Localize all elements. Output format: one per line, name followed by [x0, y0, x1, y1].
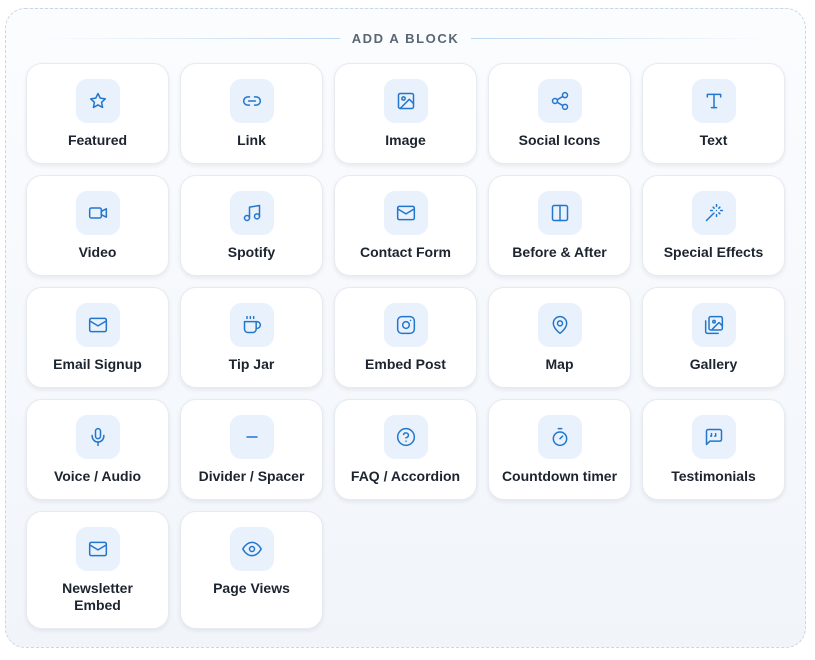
block-tile-image[interactable]: Image	[334, 63, 477, 164]
block-tile-faq-accordion[interactable]: FAQ / Accordion	[334, 399, 477, 500]
mail-icon	[75, 303, 120, 347]
block-tile-page-views[interactable]: Page Views	[180, 511, 323, 629]
question-icon	[383, 415, 428, 459]
block-label: Spotify	[227, 244, 276, 260]
block-label: Countdown timer	[501, 468, 618, 484]
music-icon	[229, 191, 274, 235]
block-label: FAQ / Accordion	[350, 468, 461, 484]
block-tile-newsletter-embed[interactable]: Newsletter Embed	[26, 511, 169, 629]
block-label: Embed Post	[365, 356, 446, 372]
magic-wand-icon	[691, 191, 736, 235]
link-icon	[229, 79, 274, 123]
block-label: Gallery	[689, 356, 738, 372]
map-pin-icon	[537, 303, 582, 347]
block-label: Link	[237, 132, 266, 148]
mail-icon	[75, 527, 120, 571]
add-block-panel: ADD A BLOCK Featured Link Image Social Icon…	[5, 8, 806, 648]
block-tile-voice-audio[interactable]: Voice / Audio	[26, 399, 169, 500]
coffee-icon	[229, 303, 274, 347]
block-tile-text[interactable]: Text	[642, 63, 785, 164]
block-tile-countdown-timer[interactable]: Countdown timer	[488, 399, 631, 500]
mail-icon	[383, 191, 428, 235]
header-divider-left	[42, 37, 340, 39]
block-label: Featured	[67, 132, 128, 148]
block-label: Special Effects	[663, 244, 764, 260]
block-tile-divider-spacer[interactable]: Divider / Spacer	[180, 399, 323, 500]
eye-icon	[229, 527, 274, 571]
block-tile-featured[interactable]: Featured	[26, 63, 169, 164]
block-label: Image	[385, 132, 426, 148]
block-label: Social Icons	[518, 132, 601, 148]
block-label: Map	[545, 356, 574, 372]
gallery-icon	[691, 303, 736, 347]
star-icon	[75, 79, 120, 123]
block-tile-video[interactable]: Video	[26, 175, 169, 276]
block-tile-contact-form[interactable]: Contact Form	[334, 175, 477, 276]
block-grid: Featured Link Image Social Icons Text Video Sp…	[26, 63, 785, 629]
block-tile-link[interactable]: Link	[180, 63, 323, 164]
panel-title: ADD A BLOCK	[351, 30, 460, 46]
split-icon	[537, 191, 582, 235]
block-tile-embed-post[interactable]: Embed Post	[334, 287, 477, 388]
block-tile-map[interactable]: Map	[488, 287, 631, 388]
share-icon	[537, 79, 582, 123]
block-label: Divider / Spacer	[198, 468, 305, 484]
block-tile-before-after[interactable]: Before & After	[488, 175, 631, 276]
block-label: Text	[699, 132, 728, 148]
block-tile-tip-jar[interactable]: Tip Jar	[180, 287, 323, 388]
block-label: Before & After	[512, 244, 607, 260]
video-icon	[75, 191, 120, 235]
text-icon	[691, 79, 736, 123]
block-tile-social-icons[interactable]: Social Icons	[488, 63, 631, 164]
block-tile-gallery[interactable]: Gallery	[642, 287, 785, 388]
instagram-icon	[383, 303, 428, 347]
block-tile-spotify[interactable]: Spotify	[180, 175, 323, 276]
block-label: Email Signup	[53, 356, 142, 372]
block-tile-testimonials[interactable]: Testimonials	[642, 399, 785, 500]
image-icon	[383, 79, 428, 123]
block-label: Video	[78, 244, 117, 260]
block-label: Voice / Audio	[53, 468, 142, 484]
block-label: Contact Form	[360, 244, 451, 260]
block-tile-special-effects[interactable]: Special Effects	[642, 175, 785, 276]
block-label: Tip Jar	[228, 356, 275, 372]
block-tile-email-signup[interactable]: Email Signup	[26, 287, 169, 388]
header-divider-right	[471, 37, 770, 39]
block-label: Page Views	[213, 580, 290, 596]
block-label: Testimonials	[671, 468, 756, 484]
microphone-icon	[75, 415, 120, 459]
block-label: Newsletter Embed	[62, 580, 133, 613]
minus-icon	[229, 415, 274, 459]
timer-icon	[537, 415, 582, 459]
quote-icon	[691, 415, 736, 459]
panel-header: ADD A BLOCK	[42, 30, 770, 46]
